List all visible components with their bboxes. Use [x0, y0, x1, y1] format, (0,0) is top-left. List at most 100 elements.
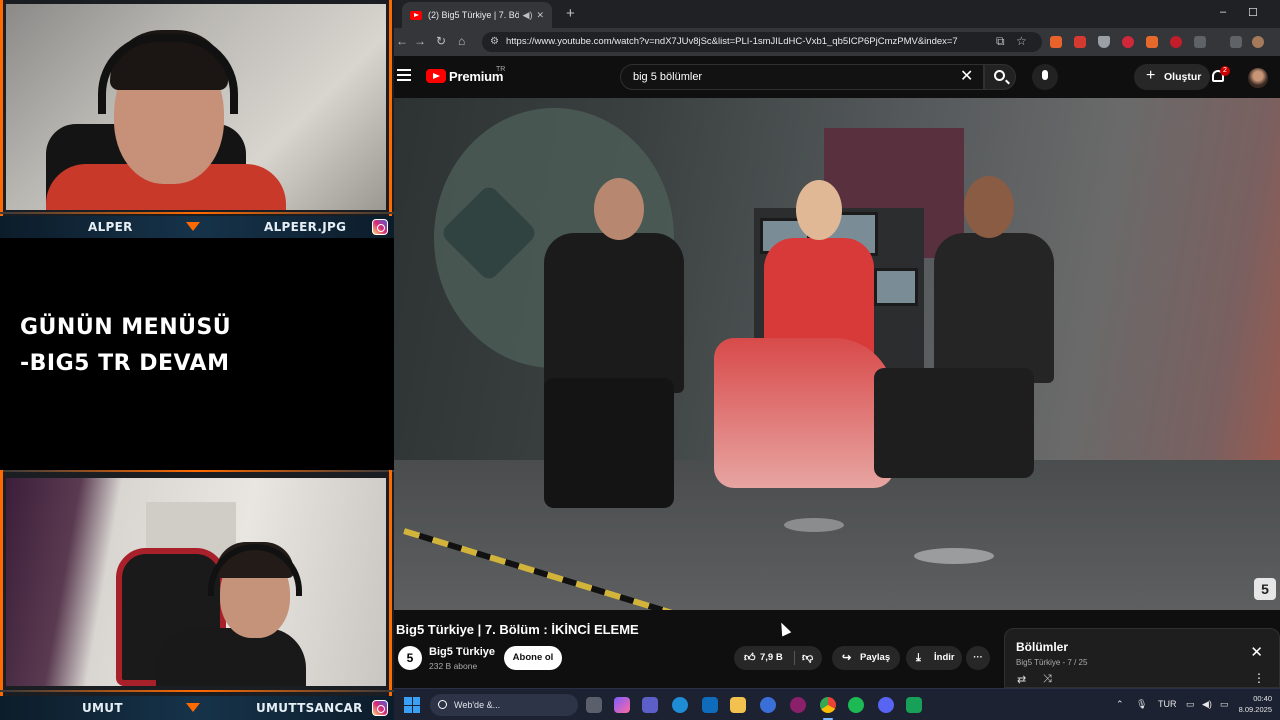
- headset: [98, 34, 238, 114]
- forward-icon[interactable]: →: [414, 34, 426, 48]
- taskbar-search[interactable]: Web'de &...: [430, 694, 578, 716]
- extension-icon[interactable]: [1122, 36, 1134, 48]
- streamer-name-left: UMUT: [82, 701, 123, 715]
- playlist-title[interactable]: Bölümler: [1016, 640, 1068, 654]
- download-label: İndir: [934, 652, 955, 663]
- host-left-head: [594, 178, 644, 240]
- cam-frame-right: [389, 470, 392, 720]
- clock-date: 8.09.2025: [1238, 705, 1272, 714]
- tv-screen: [874, 268, 918, 306]
- youtube-header: Premium TR big 5 bölümler ✕ Oluştur 2: [394, 56, 1280, 98]
- app-icon[interactable]: [906, 697, 922, 713]
- streamer-name-left: ALPER: [88, 220, 133, 234]
- minimize-button[interactable]: –: [1220, 6, 1226, 18]
- host-right-pants: [874, 368, 1034, 478]
- microphone-icon[interactable]: 🎙︎: [1136, 699, 1147, 710]
- install-icon[interactable]: ⧉: [996, 34, 1005, 49]
- close-icon[interactable]: ✕: [1250, 643, 1263, 661]
- close-tab-icon[interactable]: ✕: [536, 10, 544, 21]
- top-name-strip: ALPER ALPEER.JPG: [0, 216, 394, 238]
- search-input[interactable]: big 5 bölümler: [620, 64, 984, 90]
- home-icon[interactable]: ⌂: [458, 34, 465, 48]
- share-button[interactable]: ↪ Paylaş: [832, 646, 900, 670]
- subscriber-count: 232 B abone: [429, 661, 478, 671]
- more-actions-button[interactable]: ···: [966, 646, 990, 670]
- windows-start-icon[interactable]: [404, 697, 420, 713]
- language-indicator[interactable]: TUR: [1158, 699, 1177, 709]
- host-left-jacket: [544, 233, 684, 393]
- volume-icon[interactable]: ◀): [1202, 699, 1212, 710]
- url-text: https://www.youtube.com/watch?v=ndX7JUv8…: [506, 36, 958, 47]
- clear-search-icon[interactable]: ✕: [960, 66, 973, 86]
- app-icon[interactable]: [790, 697, 806, 713]
- maximize-button[interactable]: ☐: [1248, 6, 1258, 19]
- like-count[interactable]: 7,9 B: [760, 652, 783, 663]
- bookmark-star-icon[interactable]: ☆: [1016, 34, 1027, 48]
- discord-icon[interactable]: [878, 697, 894, 713]
- video-player[interactable]: 5: [394, 98, 1280, 610]
- webcam-feed-alper: [6, 4, 386, 210]
- download-button[interactable]: ⤓ İndir: [906, 646, 962, 670]
- tray-chevron-icon[interactable]: ⌃: [1116, 699, 1124, 710]
- more-vert-icon[interactable]: ⋮: [1253, 671, 1265, 685]
- chrome-icon[interactable]: [820, 697, 836, 713]
- extension-icon[interactable]: [1146, 36, 1158, 48]
- youtube-logo-icon[interactable]: [426, 69, 446, 83]
- url-field[interactable]: ⚙ https://www.youtube.com/watch?v=ndX7JU…: [482, 32, 1042, 52]
- site-info-icon[interactable]: ⚙: [490, 32, 499, 52]
- account-avatar[interactable]: [1248, 68, 1268, 88]
- teams-icon[interactable]: [642, 697, 658, 713]
- extension-icon[interactable]: [1050, 36, 1062, 48]
- channel-name[interactable]: Big5 Türkiye: [429, 646, 495, 658]
- host-right-shirt: [934, 233, 1054, 383]
- speaker-icon[interactable]: ◀): [523, 10, 533, 21]
- extension-icon[interactable]: [1170, 36, 1182, 48]
- profile-icon[interactable]: [1252, 36, 1264, 48]
- create-button[interactable]: Oluştur: [1134, 63, 1210, 90]
- reload-icon[interactable]: ↻: [436, 34, 446, 48]
- streamer-handle-right: UMUTTSANCAR: [256, 701, 363, 715]
- loop-icon[interactable]: ⇄: [1017, 673, 1026, 686]
- network-icon[interactable]: ▭: [1186, 699, 1195, 710]
- dislike-icon[interactable]: 👎︎: [802, 646, 813, 670]
- cam-frame-right: [389, 0, 392, 238]
- battery-icon[interactable]: ▭: [1220, 699, 1229, 710]
- edge-icon[interactable]: [672, 697, 688, 713]
- task-view-icon[interactable]: [586, 697, 602, 713]
- clock[interactable]: 00:40 8.09.2025: [1239, 693, 1272, 715]
- tab-youtube[interactable]: (2) Big5 Türkiye | 7. Bölüm ◀) ✕: [402, 2, 552, 28]
- share-icon: ↪: [842, 652, 852, 664]
- extension-icon[interactable]: [1074, 36, 1086, 48]
- playlist-panel: Bölümler Big5 Türkiye - 7 / 25 ✕ ⇄ ⤨ ⋮: [1004, 628, 1280, 688]
- channel-avatar[interactable]: 5: [398, 646, 422, 670]
- outlook-icon[interactable]: [702, 697, 718, 713]
- subscribe-button[interactable]: Abone ol: [504, 646, 562, 670]
- host-center-dress-skirt: [714, 338, 894, 488]
- spotify-icon[interactable]: [848, 697, 864, 713]
- triangle-marker-icon: [186, 703, 200, 712]
- file-explorer-icon[interactable]: [730, 697, 746, 713]
- cam-divider: [0, 212, 394, 214]
- copilot-icon[interactable]: [614, 697, 630, 713]
- address-bar: ← → ↻ ⌂ ⚙ https://www.youtube.com/watch?…: [394, 28, 1280, 56]
- new-tab-button[interactable]: +: [566, 5, 575, 22]
- puzzle-icon[interactable]: [1194, 36, 1206, 48]
- tab-bar: (2) Big5 Türkiye | 7. Bölüm ◀) ✕ + – ☐: [394, 0, 1280, 28]
- search-button[interactable]: [984, 64, 1016, 90]
- voice-search-icon[interactable]: [1032, 64, 1058, 90]
- media-icon[interactable]: [1230, 36, 1242, 48]
- notification-badge: 2: [1220, 66, 1230, 76]
- instagram-icon: [372, 219, 388, 235]
- divider: [794, 651, 795, 665]
- like-icon[interactable]: 👍︎: [744, 646, 756, 670]
- menu-panel: GÜNÜN MENÜSÜ -BIG5 TR DEVAM: [0, 238, 394, 470]
- stream-overlay: ALPER ALPEER.JPG GÜNÜN MENÜSÜ -BIG5 TR D…: [0, 0, 394, 720]
- shield-icon[interactable]: [1098, 36, 1110, 48]
- tab-title: (2) Big5 Türkiye | 7. Bölüm: [428, 10, 519, 20]
- menu-icon[interactable]: [397, 69, 411, 84]
- share-label: Paylaş: [860, 652, 891, 663]
- shuffle-icon[interactable]: ⤨: [1043, 673, 1052, 686]
- download-icon: ⤓: [916, 652, 921, 664]
- zoom-icon[interactable]: [760, 697, 776, 713]
- back-icon[interactable]: ←: [396, 34, 408, 48]
